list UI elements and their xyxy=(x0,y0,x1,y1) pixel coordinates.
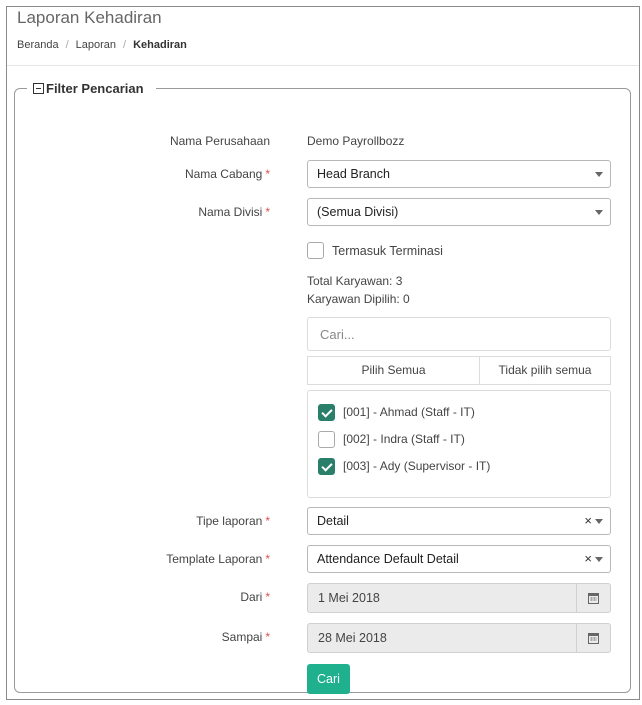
calendar-icon xyxy=(588,632,599,644)
required-marker: * xyxy=(265,590,270,604)
page-frame: Laporan Kehadiran Beranda / Laporan / Ke… xyxy=(6,6,640,700)
date-to-label: Sampai * xyxy=(15,630,270,644)
division-select[interactable]: (Semua Divisi) xyxy=(307,198,611,226)
employee-item[interactable]: [002] - Indra (Staff - IT) xyxy=(318,429,465,449)
date-to-value: 28 Mei 2018 xyxy=(318,631,387,645)
branch-select-value: Head Branch xyxy=(317,167,390,181)
employee-checkbox[interactable] xyxy=(318,403,335,421)
date-to-calendar-button[interactable] xyxy=(576,624,610,652)
include-termination-checkbox[interactable] xyxy=(307,242,324,259)
division-select-value: (Semua Divisi) xyxy=(317,205,399,219)
collapse-minus-icon[interactable] xyxy=(33,83,44,94)
date-from-label-text: Dari xyxy=(240,590,263,604)
company-label-text: Nama Perusahaan xyxy=(169,134,270,148)
employee-label: [002] - Indra (Staff - IT) xyxy=(343,432,465,446)
date-to-input[interactable]: 28 Mei 2018 xyxy=(307,623,611,653)
date-from-value: 1 Mei 2018 xyxy=(318,591,380,605)
branch-select[interactable]: Head Branch xyxy=(307,160,611,188)
report-type-label: Tipe laporan * xyxy=(15,514,270,528)
chevron-down-icon xyxy=(595,557,603,562)
chevron-down-icon xyxy=(595,210,603,215)
header-divider xyxy=(7,65,639,66)
breadcrumb-separator: / xyxy=(123,39,127,51)
company-label: Nama Perusahaan xyxy=(15,134,270,148)
company-value: Demo Payrollbozz xyxy=(307,134,405,148)
chevron-down-icon xyxy=(595,519,603,524)
template-value: Attendance Default Detail xyxy=(317,552,459,566)
required-marker: * xyxy=(265,205,270,219)
filter-panel: Filter Pencarian Nama Perusahaan Demo Pa… xyxy=(14,81,631,694)
breadcrumb-section[interactable]: Laporan xyxy=(76,39,116,51)
breadcrumb-separator: / xyxy=(65,39,69,51)
employee-label: [001] - Ahmad (Staff - IT) xyxy=(343,405,475,419)
clear-icon[interactable]: × xyxy=(584,508,592,534)
date-to-label-text: Sampai xyxy=(221,630,263,644)
template-label-text: Template Laporan xyxy=(166,552,263,566)
deselect-all-button[interactable]: Tidak pilih semua xyxy=(479,356,611,385)
filter-legend-label: Filter Pencarian xyxy=(46,81,144,96)
selected-employees: Karyawan Dipilih: 0 xyxy=(307,292,410,306)
division-label-text: Nama Divisi xyxy=(198,205,263,219)
branch-label-text: Nama Cabang xyxy=(184,167,263,181)
include-termination-label: Termasuk Terminasi xyxy=(332,244,443,258)
template-select[interactable]: Attendance Default Detail × xyxy=(307,545,611,573)
chevron-down-icon xyxy=(595,172,603,177)
employee-checkbox[interactable] xyxy=(318,430,335,448)
filter-legend[interactable]: Filter Pencarian xyxy=(27,81,156,96)
employee-item[interactable]: [001] - Ahmad (Staff - IT) xyxy=(318,402,475,422)
breadcrumb: Beranda / Laporan / Kehadiran xyxy=(17,39,187,51)
date-from-label: Dari * xyxy=(15,590,270,604)
select-all-button[interactable]: Pilih Semua xyxy=(307,356,480,385)
employee-checkbox[interactable] xyxy=(318,457,335,475)
report-type-label-text: Tipe laporan xyxy=(196,514,263,528)
branch-label: Nama Cabang * xyxy=(15,167,270,181)
required-marker: * xyxy=(265,167,270,181)
breadcrumb-home[interactable]: Beranda xyxy=(17,39,59,51)
employee-label: [003] - Ady (Supervisor - IT) xyxy=(343,459,491,473)
clear-icon[interactable]: × xyxy=(584,546,592,572)
required-marker: * xyxy=(265,630,270,644)
report-type-value: Detail xyxy=(317,514,349,528)
employee-search-input[interactable] xyxy=(307,317,611,351)
search-submit-button[interactable]: Cari xyxy=(307,664,350,694)
total-employees: Total Karyawan: 3 xyxy=(307,274,403,288)
division-label: Nama Divisi * xyxy=(15,205,270,219)
breadcrumb-current: Kehadiran xyxy=(133,39,187,51)
date-from-calendar-button[interactable] xyxy=(576,584,610,612)
employee-list: [001] - Ahmad (Staff - IT) [002] - Indra… xyxy=(307,390,611,498)
employee-item[interactable]: [003] - Ady (Supervisor - IT) xyxy=(318,456,490,476)
template-label: Template Laporan * xyxy=(15,552,270,566)
date-from-input[interactable]: 1 Mei 2018 xyxy=(307,583,611,613)
page-title: Laporan Kehadiran xyxy=(17,8,162,27)
required-marker: * xyxy=(265,514,270,528)
report-type-select[interactable]: Detail × xyxy=(307,507,611,535)
required-marker: * xyxy=(265,552,270,566)
calendar-icon xyxy=(588,592,599,604)
